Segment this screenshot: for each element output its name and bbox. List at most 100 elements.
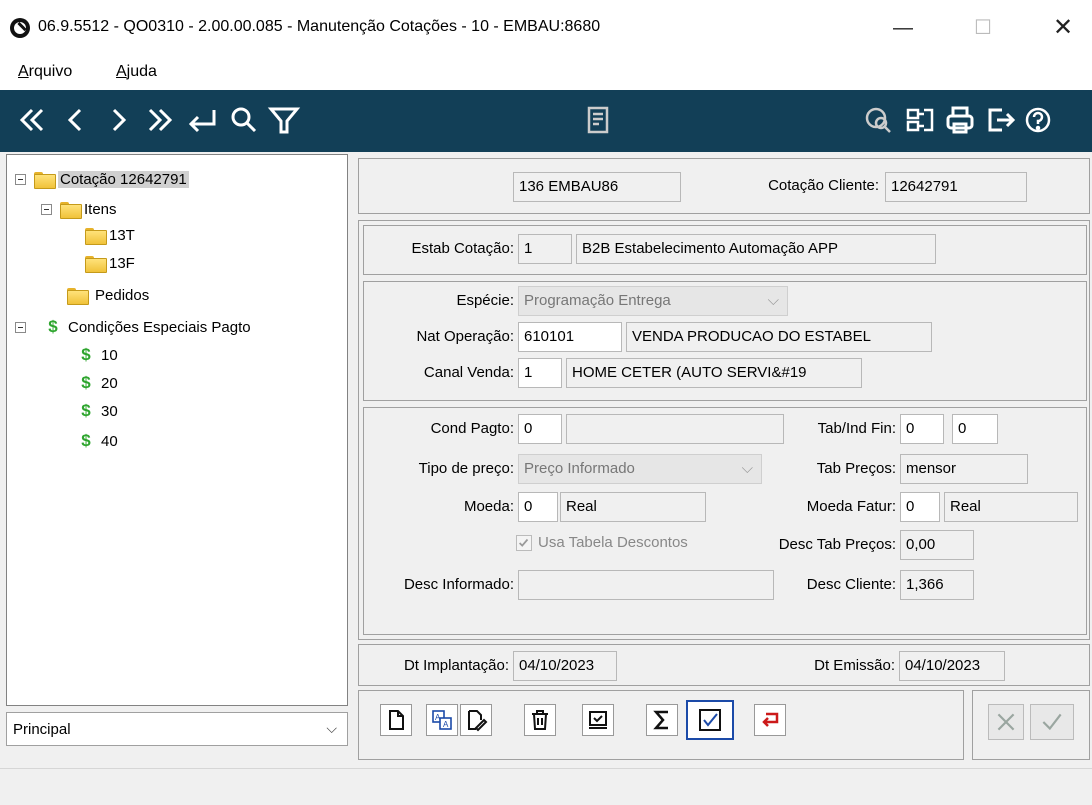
cliente-field[interactable]: 136 EMBAU86 [513,172,681,202]
tree-node-label: Cotação 12642791 [58,170,189,188]
dt-implantacao-field[interactable]: 04/10/2023 [513,651,617,681]
tab-ind-fin-label: Tab/Ind Fin: [817,420,896,437]
moeda-fatur-label: Moeda Fatur: [806,498,896,515]
print-icon[interactable] [942,102,978,138]
usa-tabela-label: Usa Tabela Descontos [538,534,688,551]
new-button[interactable] [380,704,412,736]
tree-config-icon[interactable] [902,102,938,138]
menu-arquivo[interactable]: Arquivo [18,63,72,81]
nat-operacao-field[interactable]: 610101 [518,322,622,352]
desc-tab-precos-field: 0,00 [900,530,974,560]
svg-text:A: A [443,720,449,729]
moeda-fatur-name: Real [944,492,1078,522]
dollar-icon: $ [81,345,91,364]
approve-icon [589,711,607,729]
tree-node-itens[interactable]: Itens [41,197,117,221]
tree-node-13f[interactable]: 13F [85,251,135,275]
copy-button[interactable]: AA [426,704,458,736]
last-icon[interactable] [142,102,178,138]
title-bar: 06.9.5512 - QO0310 - 2.00.00.085 - Manut… [0,0,1092,58]
return-icon [762,712,779,727]
tree-node-label: Condições Especiais Pagto [68,318,251,336]
dt-emissao-field[interactable]: 04/10/2023 [899,651,1005,681]
especie-select[interactable]: Programação Entrega ⌵ [518,286,788,316]
tree-node-cond-30[interactable]: $ 30 [79,399,117,423]
help-icon[interactable] [1020,102,1056,138]
view-select-value: Principal [13,721,71,738]
ok-button[interactable] [1030,704,1074,740]
cotacao-cliente-field[interactable]: 12642791 [885,172,1027,202]
checkbox-icon [516,534,532,551]
tree-panel: Cotação 12642791 Itens 13T 13F Pedidos $… [6,154,348,706]
canal-venda-field[interactable]: 1 [518,358,562,388]
especie-value: Programação Entrega [524,292,671,309]
menu-ajuda-label: juda [126,63,157,80]
tree-node-pedidos[interactable]: Pedidos [67,283,149,307]
chevron-down-icon: ⌵ [767,292,779,309]
previous-icon[interactable] [58,102,94,138]
exit-icon[interactable] [982,102,1018,138]
operacao-group: Espécie: Programação Entrega ⌵ Nat Opera… [363,281,1087,401]
ind-fin-field[interactable]: 0 [952,414,998,444]
usa-tabela-descontos-checkbox[interactable]: Usa Tabela Descontos [516,534,688,551]
confirm-button[interactable] [686,700,734,740]
sum-button[interactable] [646,704,678,736]
tree-node-label: 13T [109,226,135,244]
copy-icon: AA [432,710,452,730]
status-bar [0,768,1092,805]
delete-button[interactable] [524,704,556,736]
approve-button[interactable] [582,704,614,736]
cond-pagto-field[interactable]: 0 [518,414,562,444]
menu-ajuda-accel: A [116,63,127,80]
close-button[interactable]: ✕ [1040,8,1086,48]
edit-button[interactable] [460,704,492,736]
new-icon [389,710,404,730]
next-icon[interactable] [100,102,136,138]
folder-icon [60,201,82,219]
tipo-preco-value: Preço Informado [524,460,635,477]
search-icon[interactable] [226,102,262,138]
tree-node-label: Itens [84,200,117,218]
minimize-button[interactable]: — [880,8,926,48]
cancel-button[interactable] [988,704,1024,740]
dt-implantacao-label: Dt Implantação: [403,657,509,674]
estab-name-field: B2B Estabelecimento Automação APP [576,234,936,264]
view-select[interactable]: Principal ⌵ [6,712,348,746]
moeda-fatur-field[interactable]: 0 [900,492,940,522]
return-button[interactable] [754,704,786,736]
estab-code-field[interactable]: 1 [518,234,572,264]
menu-bar: Arquivo Ajuda [0,58,1092,90]
moeda-label: Moeda: [463,498,514,515]
canal-venda-label: Canal Venda: [423,364,514,381]
goto-icon[interactable] [184,102,220,138]
desc-informado-field[interactable] [518,570,774,600]
desc-cliente-label: Desc Cliente: [806,576,896,593]
main-group: Estab Cotação: 1 B2B Estabelecimento Aut… [358,220,1090,640]
query-icon[interactable] [860,102,896,138]
dt-emissao-label: Dt Emissão: [814,657,895,674]
collapse-icon[interactable] [15,173,26,185]
menu-arquivo-accel: A [18,63,29,80]
collapse-icon[interactable] [15,321,26,333]
moeda-field[interactable]: 0 [518,492,558,522]
maximize-button[interactable]: ☐ [960,8,1006,48]
sum-icon [653,710,668,730]
tree-node-condicoes[interactable]: $ Condições Especiais Pagto [15,315,251,339]
report-icon[interactable] [580,102,616,138]
folder-icon [85,227,107,245]
tree-node-cond-40[interactable]: $ 40 [79,429,117,453]
filter-icon[interactable] [266,102,302,138]
cotacao-cliente-label: Cotação Cliente: [768,177,879,194]
collapse-icon[interactable] [41,203,52,215]
tab-fin-field[interactable]: 0 [900,414,944,444]
tree-node-cotacao[interactable]: Cotação 12642791 [15,167,189,191]
menu-ajuda[interactable]: Ajuda [116,63,157,81]
tipo-preco-select[interactable]: Preço Informado ⌵ [518,454,762,484]
tree-node-13t[interactable]: 13T [85,223,135,247]
tab-precos-field[interactable]: mensor [900,454,1028,484]
tree-node-cond-20[interactable]: $ 20 [79,371,117,395]
nat-operacao-label: Nat Operação: [416,328,514,345]
first-icon[interactable] [14,102,50,138]
dollar-icon: $ [81,401,91,420]
tree-node-cond-10[interactable]: $ 10 [79,343,117,367]
